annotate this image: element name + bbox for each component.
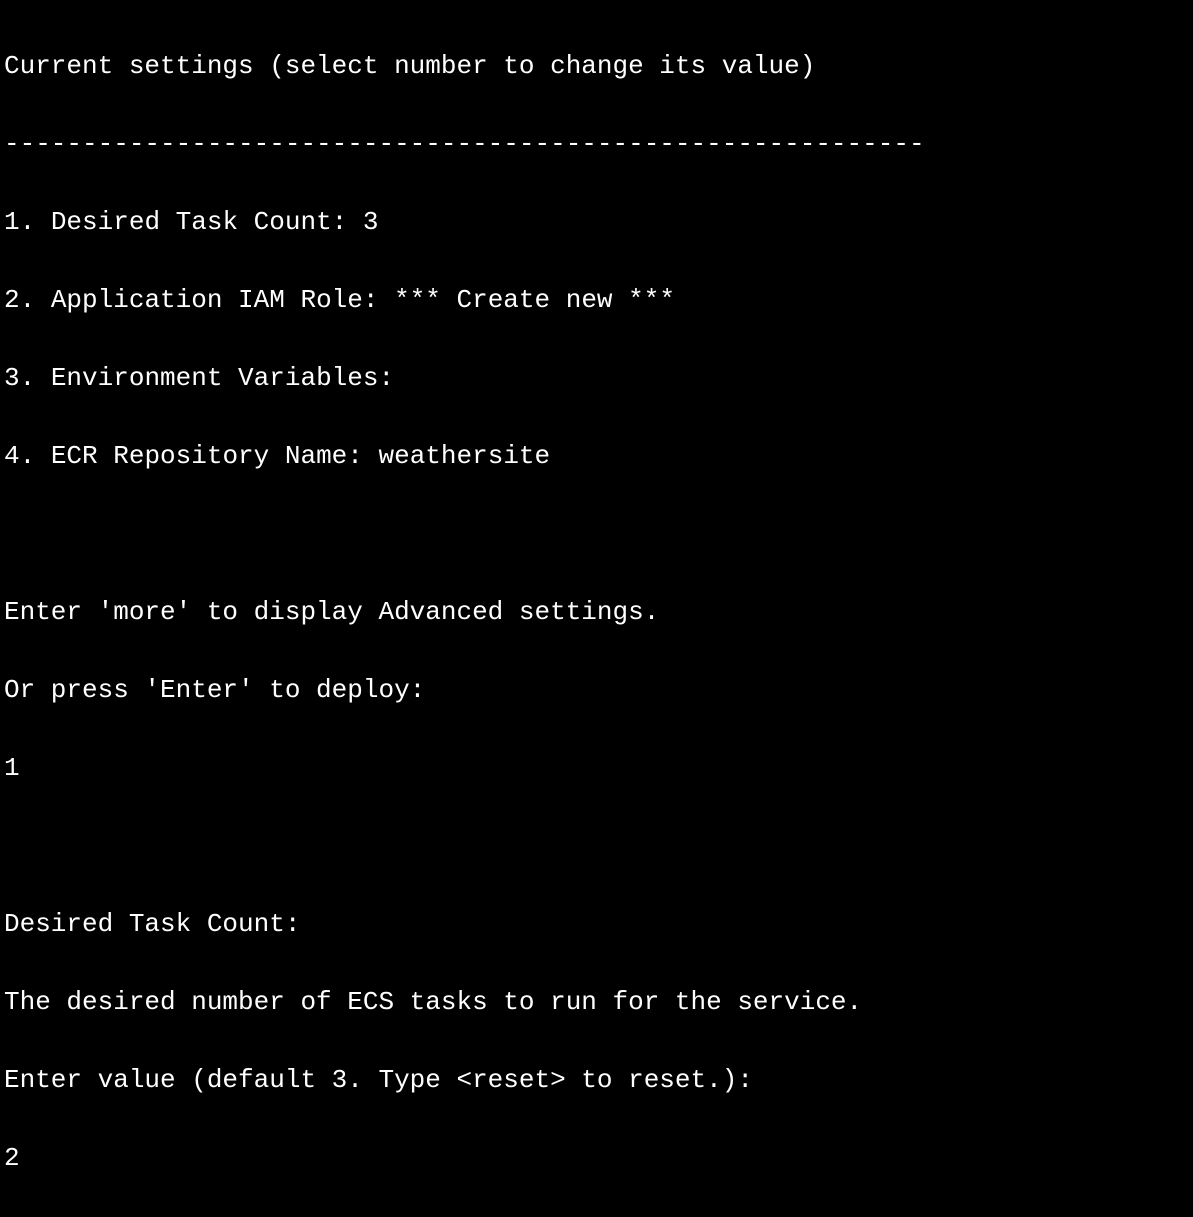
settings-header: Current settings (select number to chang… (4, 47, 1189, 86)
detail-label: Desired Task Count: (4, 905, 1189, 944)
divider: ----------------------------------------… (4, 125, 1189, 164)
blank-line (4, 515, 1189, 554)
blank-line (4, 827, 1189, 866)
setting-2: 2. Application IAM Role: *** Create new … (4, 281, 1189, 320)
user-input-1: 1 (4, 749, 1189, 788)
terminal-output[interactable]: Current settings (select number to chang… (4, 8, 1189, 1217)
prompt-deploy: Or press 'Enter' to deploy: (4, 671, 1189, 710)
prompt-more: Enter 'more' to display Advanced setting… (4, 593, 1189, 632)
detail-desc: The desired number of ECS tasks to run f… (4, 983, 1189, 1022)
setting-4: 4. ECR Repository Name: weathersite (4, 437, 1189, 476)
setting-1: 1. Desired Task Count: 3 (4, 203, 1189, 242)
detail-prompt: Enter value (default 3. Type <reset> to … (4, 1061, 1189, 1100)
user-input-2: 2 (4, 1139, 1189, 1178)
setting-3: 3. Environment Variables: (4, 359, 1189, 398)
